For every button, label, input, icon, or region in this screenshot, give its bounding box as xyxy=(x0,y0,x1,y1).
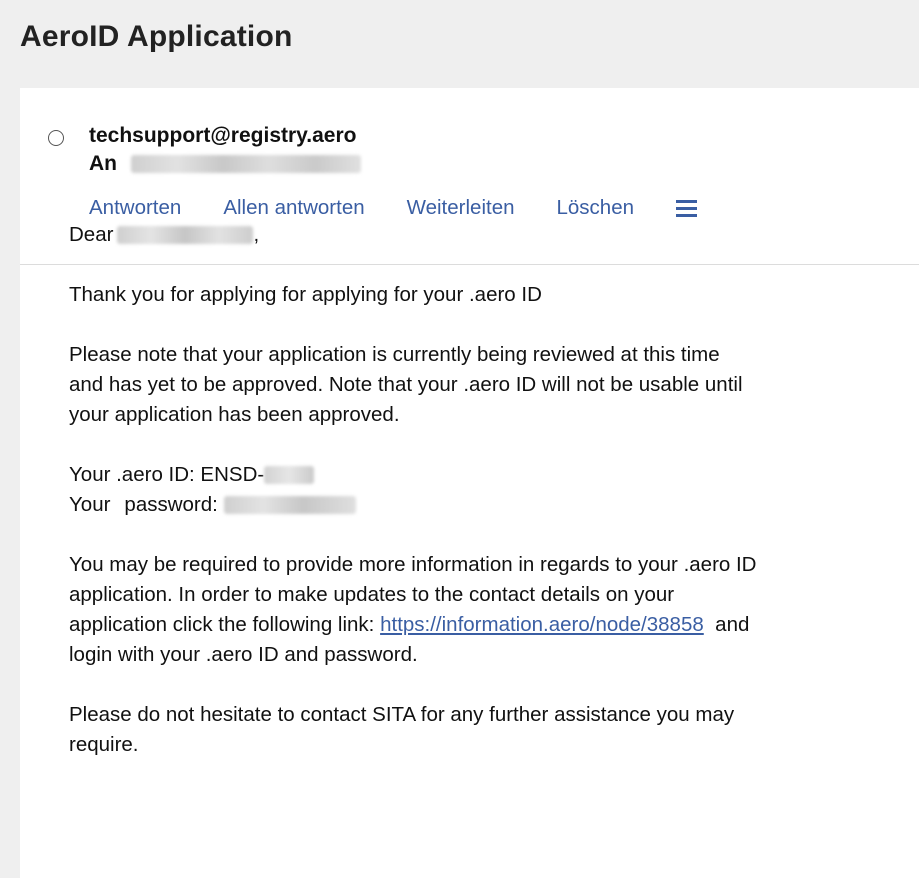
password-line: Your password: xyxy=(69,490,849,520)
review-line: your application has been approved. xyxy=(69,403,400,426)
sender-address: techsupport@registry.aero xyxy=(89,124,357,147)
email-body: Dear, Thank you for applying for applyin… xyxy=(69,220,849,790)
password-label: password: xyxy=(124,493,218,516)
password-redacted xyxy=(223,496,356,514)
info-line: login with your .aero ID and password. xyxy=(69,643,418,666)
aero-id-line: Your .aero ID: ENSD- xyxy=(69,460,849,490)
forward-button[interactable]: Weiterleiten xyxy=(407,196,515,220)
select-radio[interactable] xyxy=(48,130,64,146)
recipient-redacted xyxy=(131,155,361,173)
info-line-suffix: and xyxy=(715,613,750,636)
info-line: You may be required to provide more info… xyxy=(69,553,757,576)
credentials-paragraph: Your .aero ID: ENSD- Your password: xyxy=(69,460,849,520)
info-paragraph: You may be required to provide more info… xyxy=(69,550,849,670)
greeting-prefix: Dear xyxy=(69,223,114,246)
information-link[interactable]: https://information.aero/node/38858 xyxy=(380,613,704,636)
reply-button[interactable]: Antworten xyxy=(89,196,181,220)
aero-id-redacted xyxy=(264,466,315,484)
recipient-name-redacted xyxy=(117,226,254,244)
review-line: Please note that your application is cur… xyxy=(69,343,720,366)
closing-line: Please do not hesitate to contact SITA f… xyxy=(69,703,735,726)
password-label-your: Your xyxy=(69,493,111,516)
hamburger-menu-icon[interactable] xyxy=(676,199,698,217)
info-line-with-link: application click the following link: ht… xyxy=(69,610,849,640)
email-actions: Antworten Allen antworten Weiterleiten L… xyxy=(89,196,698,220)
greeting-paragraph: Dear, xyxy=(69,220,849,250)
closing-line: require. xyxy=(69,733,139,756)
recipient-line: An xyxy=(89,152,361,176)
info-line: application. In order to make updates to… xyxy=(69,583,675,606)
greeting-suffix: , xyxy=(253,223,260,246)
aero-id-label: Your .aero ID: ENSD- xyxy=(69,463,265,486)
app-title: AeroID Application xyxy=(20,20,293,53)
reply-all-button[interactable]: Allen antworten xyxy=(223,196,364,220)
closing-paragraph: Please do not hesitate to contact SITA f… xyxy=(69,700,849,760)
info-line-prefix: application click the following link: xyxy=(69,613,375,636)
review-paragraph: Please note that your application is cur… xyxy=(69,340,849,430)
review-line: and has yet to be approved. Note that yo… xyxy=(69,373,743,396)
to-label: An xyxy=(89,152,117,175)
thanks-paragraph: Thank you for applying for applying for … xyxy=(69,283,542,306)
delete-button[interactable]: Löschen xyxy=(557,196,635,220)
